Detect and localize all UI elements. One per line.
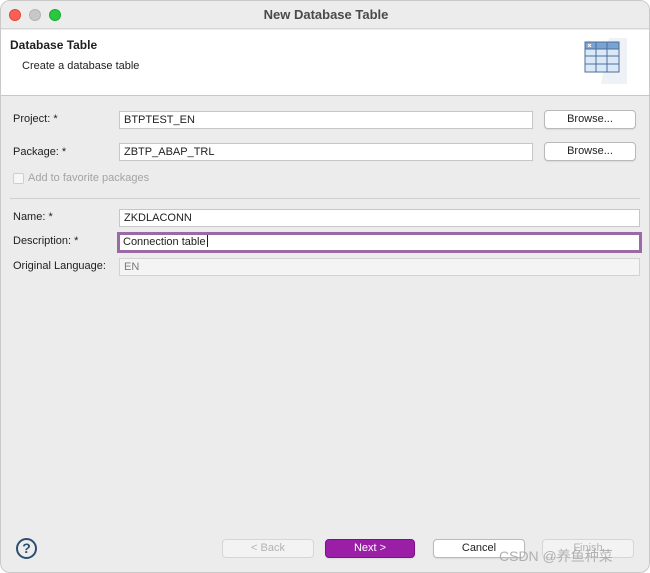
package-label: Package: *	[13, 146, 67, 158]
wizard-banner: Database Table Create a database table	[1, 30, 649, 96]
name-label: Name: *	[13, 211, 53, 223]
separator	[10, 198, 640, 199]
name-field[interactable]: ZKDLACONN	[119, 209, 640, 227]
description-value: Connection table	[123, 236, 206, 248]
description-field[interactable]: Connection table	[117, 232, 642, 253]
title-bar: New Database Table	[1, 1, 649, 29]
banner-title: Database Table	[10, 38, 98, 52]
original-language-field: EN	[119, 258, 640, 276]
help-icon[interactable]: ?	[16, 538, 37, 559]
project-field[interactable]: BTPTEST_EN	[119, 111, 533, 129]
favorite-packages-label: Add to favorite packages	[28, 172, 150, 184]
original-language-label: Original Language:	[13, 260, 106, 272]
next-button[interactable]: Next >	[325, 539, 415, 558]
window-title: New Database Table	[263, 7, 389, 22]
dialog-window: New Database Table Database Table Create…	[0, 0, 650, 573]
description-label: Description: *	[13, 235, 79, 247]
banner-subtitle: Create a database table	[22, 60, 140, 72]
back-button[interactable]: < Back	[222, 539, 314, 558]
favorite-packages-checkbox[interactable]	[13, 173, 24, 184]
browse-package-button[interactable]: Browse...	[544, 142, 636, 161]
package-field[interactable]: ZBTP_ABAP_TRL	[119, 143, 533, 161]
project-label: Project: *	[13, 113, 58, 125]
text-caret	[206, 235, 208, 247]
table-icon	[584, 38, 627, 84]
watermark-text: CSDN @养鱼种菜	[499, 548, 613, 564]
browse-project-button[interactable]: Browse...	[544, 110, 636, 129]
